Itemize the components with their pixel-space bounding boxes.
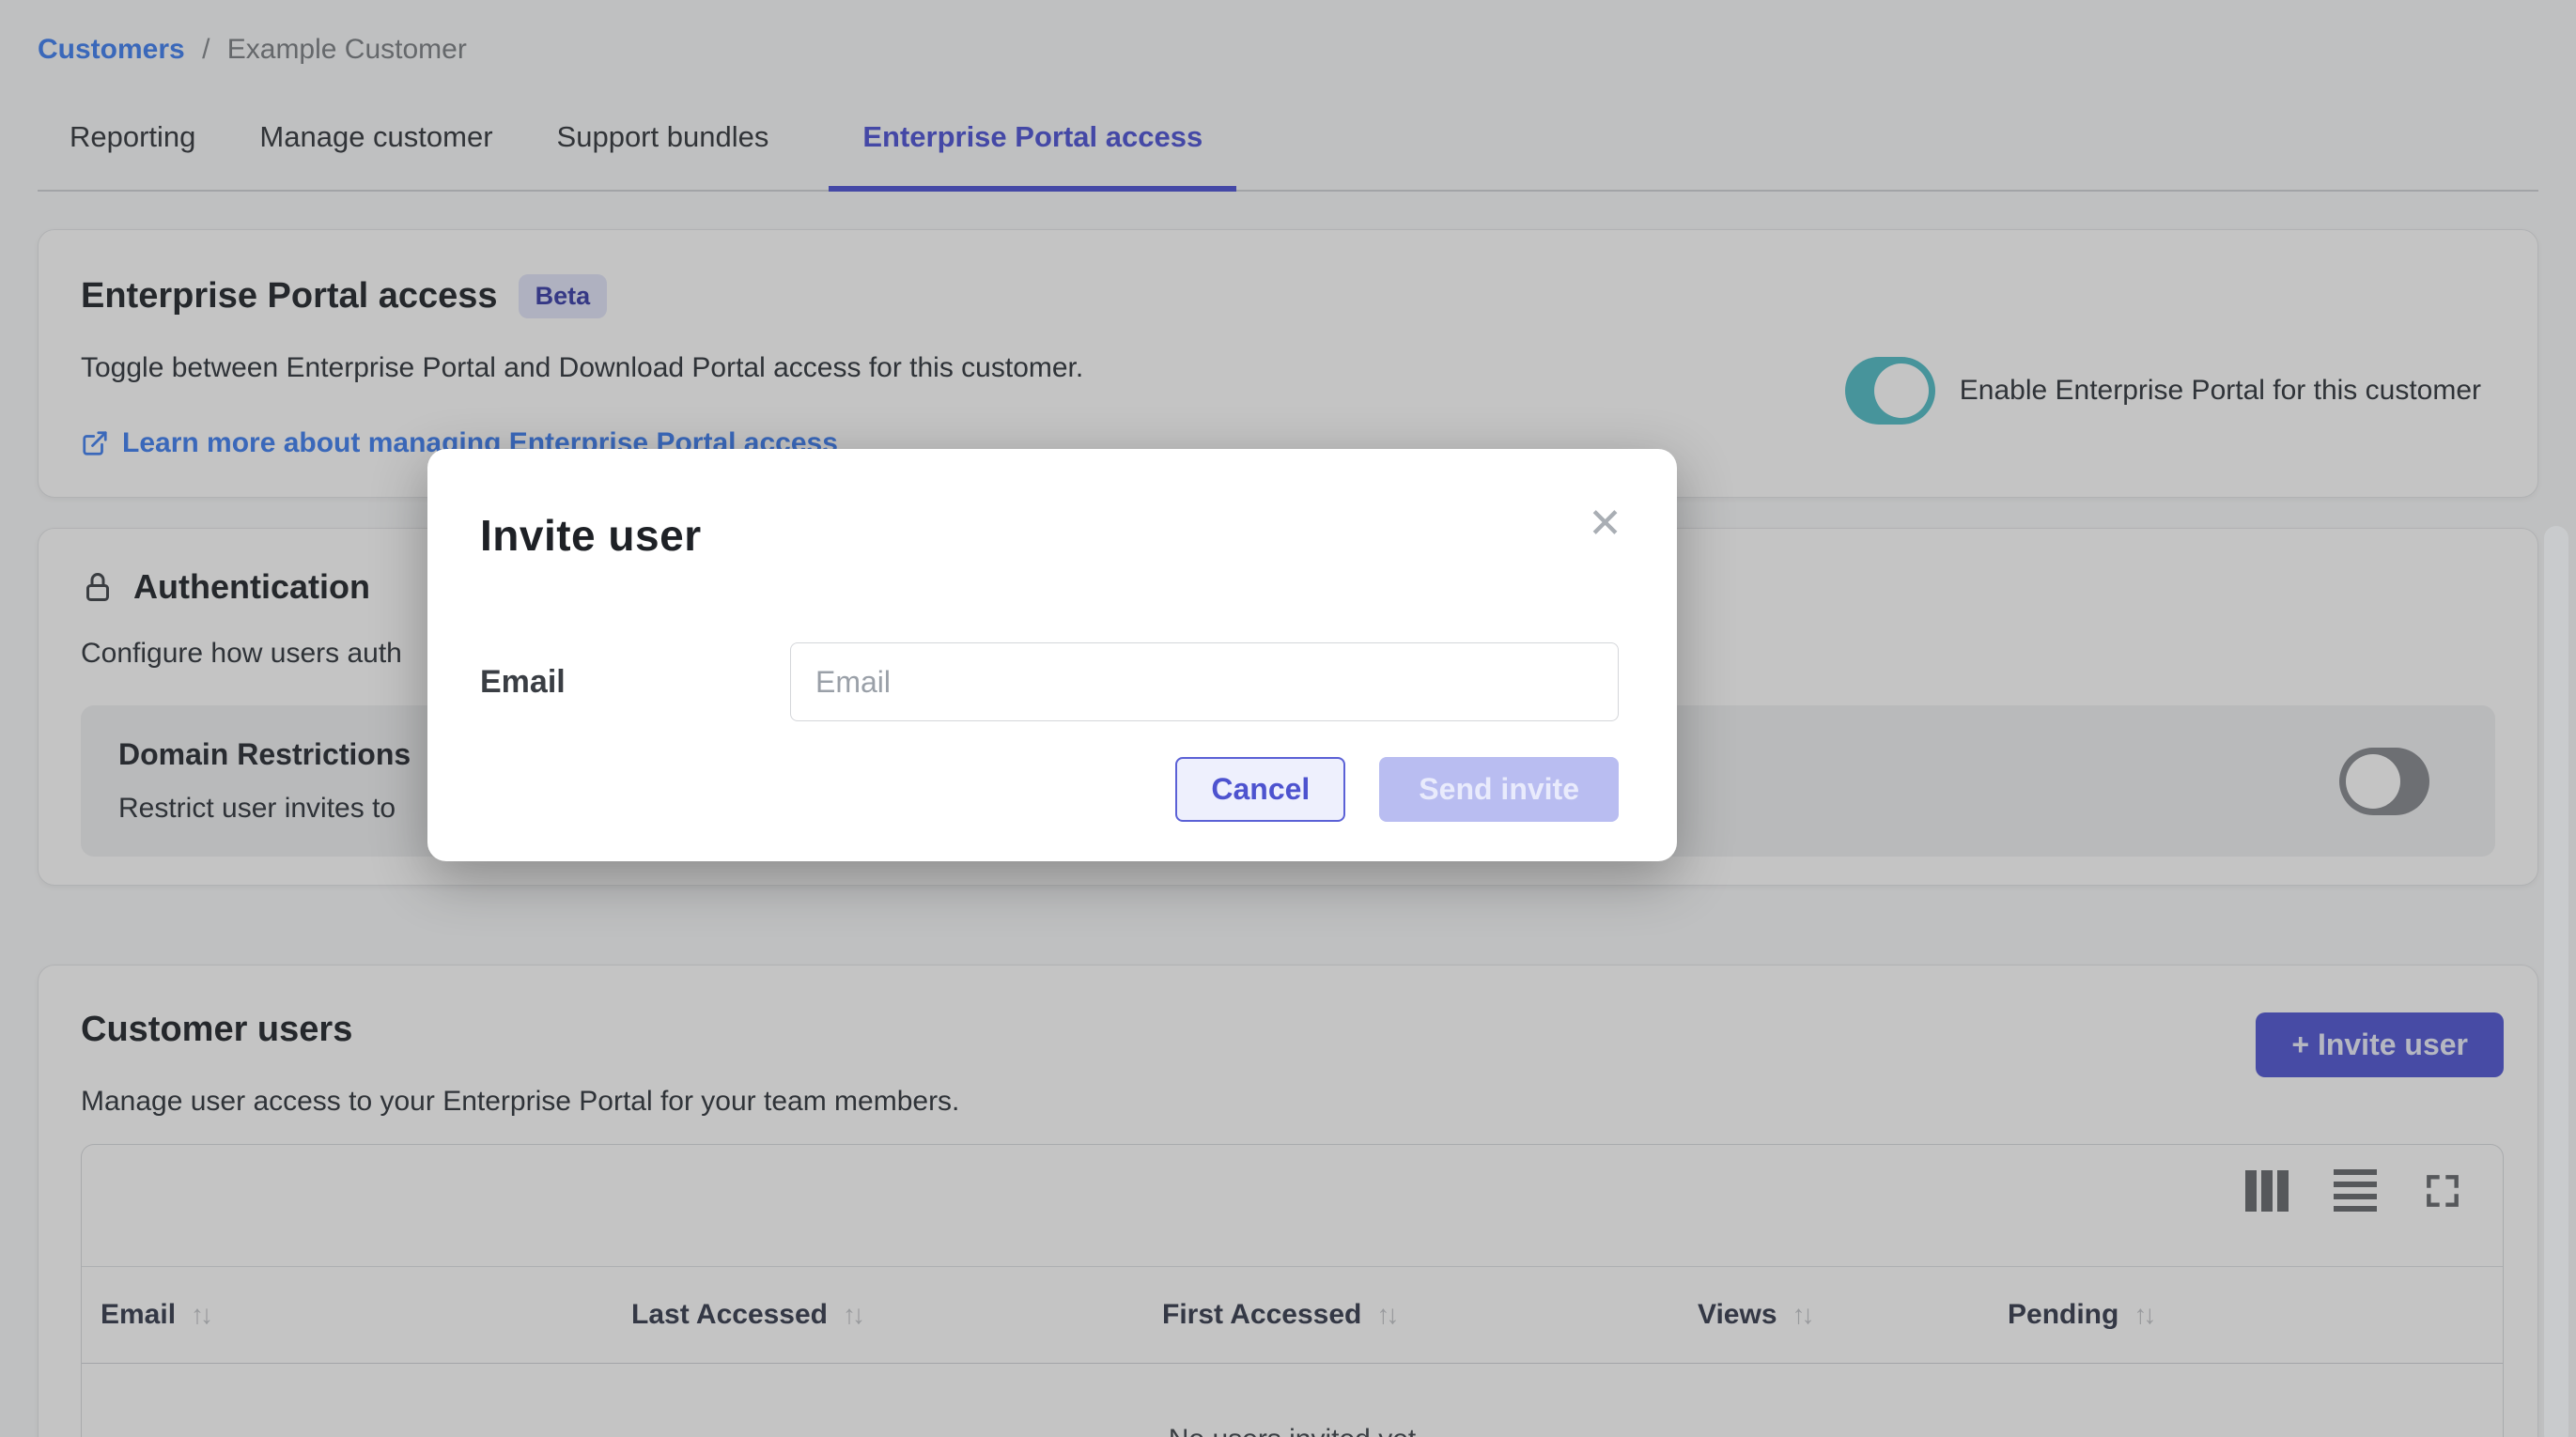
modal-title: Invite user	[480, 509, 1619, 562]
send-invite-button[interactable]: Send invite	[1379, 757, 1619, 822]
email-label: Email	[480, 664, 790, 701]
email-field[interactable]	[790, 642, 1619, 721]
invite-user-modal: Invite user ✕ Email Cancel Send invite	[427, 449, 1677, 861]
close-icon[interactable]: ✕	[1588, 503, 1622, 545]
cancel-button[interactable]: Cancel	[1175, 757, 1345, 822]
page-scrollbar[interactable]	[2544, 526, 2568, 1437]
